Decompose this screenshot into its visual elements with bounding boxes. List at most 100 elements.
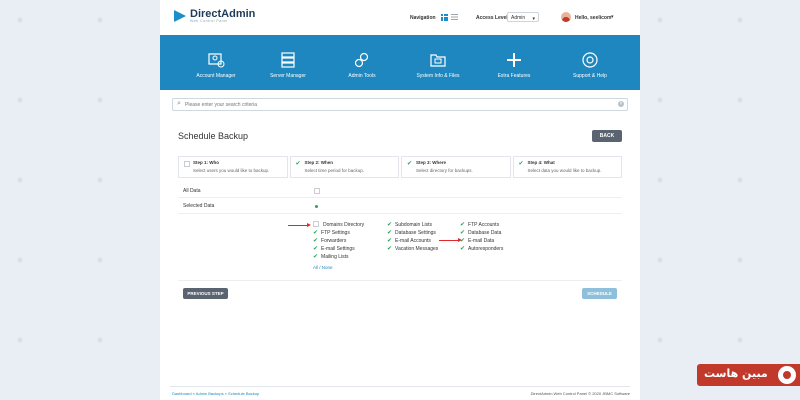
- list-view-icon[interactable]: [451, 14, 458, 21]
- check-icon: ✔: [313, 230, 319, 236]
- menu-label: Admin Tools: [348, 73, 376, 79]
- clear-search-icon[interactable]: ×: [618, 101, 624, 107]
- step-incomplete-box: [184, 161, 190, 167]
- chevron-down-icon: ▾: [532, 16, 535, 22]
- admin-tools-icon: [353, 51, 371, 69]
- step-title: Step 4: What: [527, 160, 555, 165]
- check-icon: ✔: [387, 238, 393, 244]
- menu-label: Server Manager: [270, 73, 306, 79]
- grid-view-icon[interactable]: [441, 14, 448, 21]
- selected-data-radio[interactable]: [315, 205, 318, 208]
- check-icon: ✔: [460, 246, 466, 252]
- item-label: E-mail Settings: [321, 246, 355, 252]
- search-icon: ⌕: [177, 100, 181, 107]
- item-mailing-lists[interactable]: ✔ Mailing Lists: [313, 253, 349, 260]
- schedule-button[interactable]: SCHEDULE: [582, 288, 617, 299]
- breadcrumb[interactable]: Dashboard » Admin Backups » Schedule Bac…: [172, 391, 259, 396]
- item-label: FTP Accounts: [468, 222, 500, 228]
- item-vacation-messages[interactable]: ✔ Vacation Messages: [387, 245, 438, 252]
- item-label: Autoresponders: [468, 246, 504, 252]
- step-where[interactable]: ✔ Step 3: Where Select directory for bac…: [401, 156, 511, 178]
- access-level-value: Admin: [511, 15, 526, 21]
- all-data-label: All Data: [183, 188, 201, 194]
- item-email-data[interactable]: ✔ E-mail Data: [460, 237, 494, 244]
- check-icon: ✔: [313, 238, 319, 244]
- all-data-radio[interactable]: [314, 188, 320, 194]
- access-level-label: Access Level: [476, 15, 508, 21]
- step-title: Step 1: Who: [193, 160, 219, 165]
- check-icon: ✔: [460, 230, 466, 236]
- step-when[interactable]: ✔ Step 2: When Select time period for ba…: [289, 156, 399, 178]
- logo-mark-icon: [174, 10, 186, 22]
- item-ftp-settings[interactable]: ✔ FTP Settings: [313, 229, 350, 236]
- selected-data-label: Selected Data: [183, 203, 215, 209]
- previous-step-button[interactable]: PREVIOUS STEP: [183, 288, 228, 299]
- checkbox-unchecked[interactable]: [313, 221, 319, 227]
- wizard-steps: Step 1: Who Select users you would like …: [178, 156, 622, 178]
- step-title: Step 2: When: [304, 160, 334, 165]
- check-icon: ✔: [313, 254, 319, 260]
- account-manager-icon: [207, 51, 225, 69]
- item-email-accounts[interactable]: ✔ E-mail Accounts: [387, 237, 431, 244]
- avatar[interactable]: [561, 12, 571, 22]
- menu-support-help[interactable]: Support & Help: [550, 35, 630, 90]
- menu-label: System Info & Files: [416, 73, 460, 79]
- menu-label: Extra Features: [497, 73, 531, 79]
- item-label: E-mail Data: [468, 238, 495, 244]
- divider: [178, 213, 622, 214]
- menu-label: Support & Help: [573, 73, 607, 79]
- item-label: Vacation Messages: [395, 246, 439, 252]
- watermark-text: مبین هاست: [704, 367, 768, 380]
- menu-extra-features[interactable]: Extra Features: [474, 35, 554, 90]
- back-button[interactable]: BACK: [592, 130, 622, 142]
- page-title: Schedule Backup: [178, 131, 249, 141]
- menu-admin-tools[interactable]: Admin Tools: [322, 35, 402, 90]
- red-arrow-annotation: [439, 238, 462, 242]
- check-icon: ✔: [460, 238, 466, 244]
- item-subdomain-lists[interactable]: ✔ Subdomain Lists: [387, 221, 432, 228]
- divider: [178, 280, 622, 281]
- copyright-text: DirectAdmin Web Control Panel © 2020 JBM…: [530, 391, 630, 396]
- check-icon: ✔: [518, 161, 524, 167]
- item-database-data[interactable]: ✔ Database Data: [460, 229, 501, 236]
- item-database-settings[interactable]: ✔ Database Settings: [387, 229, 436, 236]
- item-ftp-accounts[interactable]: ✔ FTP Accounts: [460, 221, 499, 228]
- divider: [178, 197, 622, 198]
- all-none-link[interactable]: All / None: [313, 265, 333, 270]
- user-menu-chevron-icon[interactable]: ▾: [611, 14, 614, 20]
- check-icon: ✔: [460, 222, 466, 228]
- item-label: Mailing Lists: [321, 254, 349, 260]
- watermark-logo-icon: [778, 366, 796, 384]
- item-label: Forwarders: [321, 238, 347, 244]
- item-autoresponders[interactable]: ✔ Autoresponders: [460, 245, 503, 252]
- step-what[interactable]: ✔ Step 4: What Select data you would lik…: [512, 156, 622, 178]
- step-description: Select time period for backup.: [304, 168, 365, 173]
- step-who[interactable]: Step 1: Who Select users you would like …: [178, 156, 288, 178]
- check-icon: ✔: [387, 246, 393, 252]
- item-label: Database Settings: [395, 230, 436, 236]
- access-level-select[interactable]: Admin ▾: [507, 12, 539, 22]
- server-manager-icon: [279, 51, 297, 69]
- user-greeting[interactable]: Hello, seelicom: [575, 15, 611, 21]
- check-icon: ✔: [387, 222, 393, 228]
- step-title: Step 3: Where: [416, 160, 447, 165]
- check-icon: ✔: [295, 161, 301, 167]
- menu-account-manager[interactable]: Account Manager: [176, 35, 256, 90]
- step-description: Select users you would like to backup.: [193, 168, 270, 173]
- item-label: Domains Directory: [323, 222, 365, 228]
- check-icon: ✔: [313, 246, 319, 252]
- item-label: FTP Settings: [321, 230, 350, 236]
- item-forwarders[interactable]: ✔ Forwarders: [313, 237, 346, 244]
- menu-system-info[interactable]: System Info & Files: [398, 35, 478, 90]
- lifebuoy-icon: [581, 51, 599, 69]
- item-label: Database Data: [468, 230, 502, 236]
- menu-server-manager[interactable]: Server Manager: [248, 35, 328, 90]
- red-arrow-annotation: [288, 223, 311, 227]
- logo[interactable]: DirectAdmin Web Control Panel: [174, 9, 255, 23]
- item-domains-directory[interactable]: Domains Directory: [313, 221, 364, 228]
- logo-text: DirectAdmin: [190, 8, 256, 20]
- search-bar: ⌕ ×: [172, 98, 628, 111]
- item-email-settings[interactable]: ✔ E-mail Settings: [313, 245, 355, 252]
- navigation-label: Navigation: [410, 15, 436, 21]
- search-input[interactable]: [185, 100, 605, 109]
